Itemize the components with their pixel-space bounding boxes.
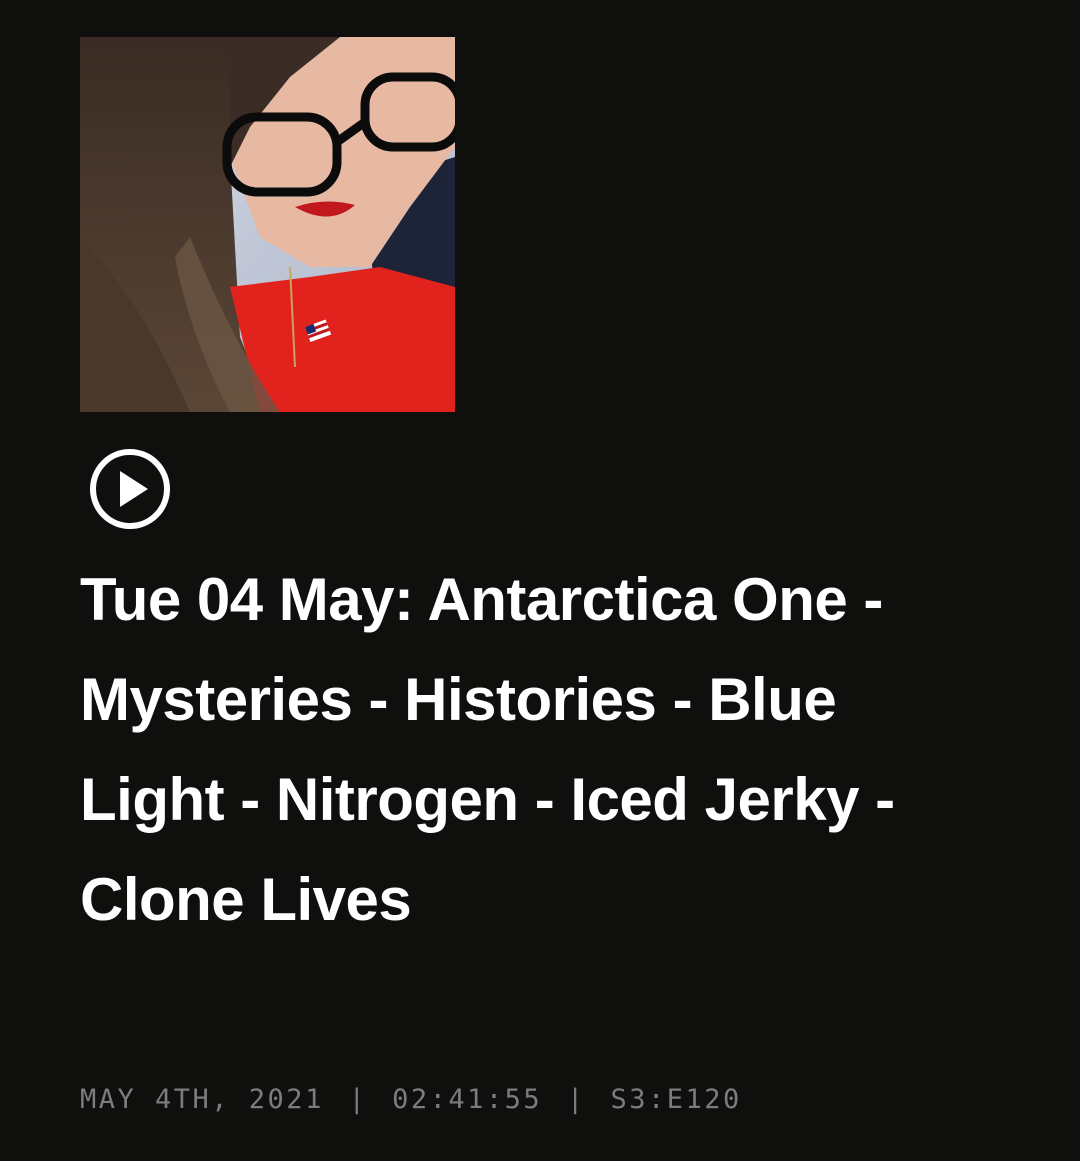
episode-cover-image[interactable] (80, 37, 455, 412)
play-button[interactable] (88, 447, 172, 531)
meta-separator: | (348, 1084, 368, 1115)
episode-title[interactable]: Tue 04 May: Antarctica One - Mysteries -… (80, 550, 960, 950)
play-circle-icon (90, 449, 170, 529)
episode-date: MAY 4TH, 2021 (80, 1084, 324, 1115)
meta-separator: | (566, 1084, 586, 1115)
episode-meta: MAY 4TH, 2021 | 02:41:55 | S3:E120 (80, 1084, 742, 1115)
episode-card: Tue 04 May: Antarctica One - Mysteries -… (80, 37, 980, 1115)
episode-duration: 02:41:55 (392, 1084, 543, 1115)
episode-code: S3:E120 (610, 1084, 742, 1115)
